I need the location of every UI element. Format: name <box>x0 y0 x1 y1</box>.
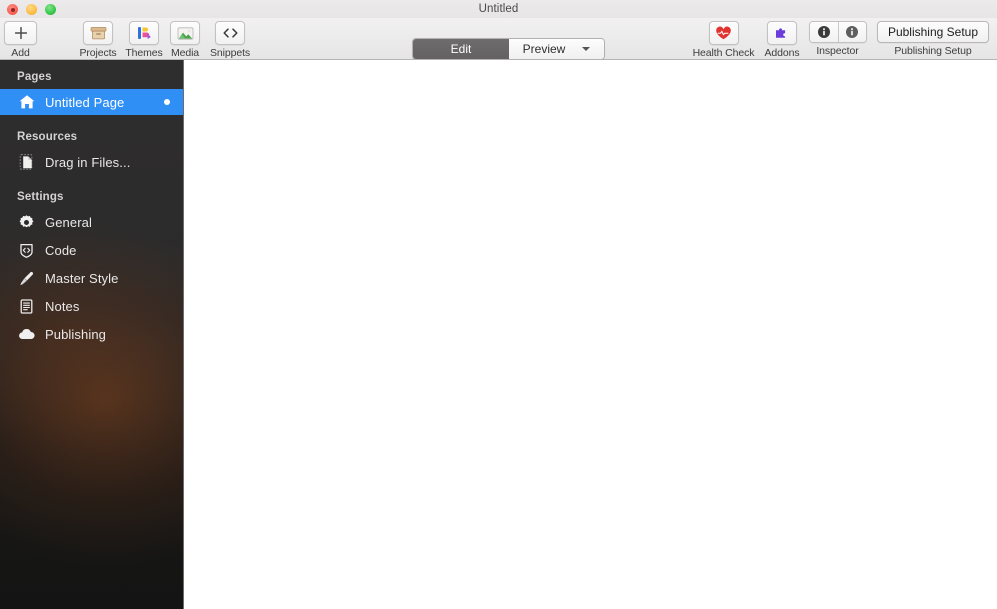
sidebar-item-label: Untitled Page <box>45 94 125 110</box>
puzzle-piece-icon <box>767 21 797 45</box>
page-canvas[interactable] <box>185 60 997 609</box>
publishing-setup-button[interactable]: Publishing Setup <box>876 21 990 43</box>
sidebar-item-label: General <box>45 214 92 230</box>
toolbar: Add Projects Themes Media Snippets Edit … <box>0 18 997 60</box>
toolbar-item-health-check[interactable]: Health Check <box>688 21 759 59</box>
photo-icon <box>170 21 200 45</box>
toolbar-item-snippets[interactable]: Snippets <box>209 21 251 59</box>
toolbar-label-health-check: Health Check <box>692 47 755 59</box>
sidebar-section-header-resources: Resources <box>17 131 78 143</box>
toolbar-label-add: Add <box>11 47 30 59</box>
toolbar-item-add[interactable]: Add <box>4 21 37 59</box>
toolbar-label-addons: Addons <box>764 47 800 59</box>
minimize-button[interactable] <box>26 4 37 15</box>
sidebar-section-header-pages: Pages <box>17 71 52 83</box>
document-drop-icon <box>17 153 36 172</box>
chevron-down-icon[interactable] <box>582 47 591 51</box>
sidebar-item-label: Code <box>45 242 77 258</box>
cloud-icon <box>17 325 36 344</box>
sidebar-item-label: Notes <box>45 298 80 314</box>
notes-lines-icon <box>17 297 36 316</box>
tab-edit[interactable]: Edit <box>413 39 509 59</box>
mode-segmented-control: Edit Preview <box>412 38 605 60</box>
info-circle-alt-icon[interactable] <box>837 22 866 42</box>
home-icon <box>17 93 36 112</box>
toolbar-item-projects[interactable]: Projects <box>79 21 117 59</box>
zoom-button[interactable] <box>45 4 56 15</box>
tab-edit-label: Edit <box>450 42 472 56</box>
traffic-light-group <box>7 4 56 15</box>
plus-icon <box>4 21 37 45</box>
themes-palette-icon <box>129 21 159 45</box>
toolbar-item-publishing-setup[interactable]: Publishing Setup Publishing Setup <box>874 21 992 57</box>
sidebar-item-drag-in-files[interactable]: Drag in Files... <box>0 149 183 175</box>
archive-box-icon <box>83 21 113 45</box>
sidebar: Pages Untitled Page Resources Drag in Fi… <box>0 60 184 609</box>
unsaved-dot-badge <box>164 99 170 105</box>
shield-code-icon <box>17 241 36 260</box>
sidebar-item-label: Drag in Files... <box>45 154 131 170</box>
toolbar-label-themes: Themes <box>125 47 163 59</box>
toolbar-item-themes[interactable]: Themes <box>125 21 163 59</box>
sidebar-section-header-settings: Settings <box>17 191 64 203</box>
sidebar-item-label: Publishing <box>45 326 106 342</box>
sidebar-item-general[interactable]: General <box>0 209 183 235</box>
toolbar-label-projects: Projects <box>79 47 117 59</box>
toolbar-item-addons[interactable]: Addons <box>762 21 802 59</box>
tab-preview-label: Preview <box>522 42 566 56</box>
inspector-segmented-control <box>808 21 867 43</box>
sidebar-item-publishing[interactable]: Publishing <box>0 321 183 347</box>
publishing-setup-button-label: Publishing Setup <box>887 25 979 39</box>
toolbar-label-snippets: Snippets <box>209 47 251 59</box>
code-brackets-icon <box>215 21 245 45</box>
toolbar-item-inspector[interactable]: Inspector <box>807 21 868 57</box>
sidebar-item-label: Master Style <box>45 270 119 286</box>
heart-pulse-icon <box>708 21 739 45</box>
app-window: Untitled Add Projects Themes Media Snipp… <box>0 0 997 609</box>
gear-icon <box>17 213 36 232</box>
info-circle-icon[interactable] <box>809 22 838 42</box>
sidebar-item-notes[interactable]: Notes <box>0 293 183 319</box>
window-title: Untitled <box>478 3 519 15</box>
titlebar: Untitled <box>0 0 997 18</box>
toolbar-item-media[interactable]: Media <box>170 21 200 59</box>
close-button[interactable] <box>7 4 18 15</box>
sidebar-item-code[interactable]: Code <box>0 237 183 263</box>
sidebar-item-master-style[interactable]: Master Style <box>0 265 183 291</box>
toolbar-label-publishing-setup: Publishing Setup <box>894 45 972 57</box>
toolbar-label-inspector: Inspector <box>816 45 859 57</box>
tab-preview[interactable]: Preview <box>509 39 604 59</box>
toolbar-label-media: Media <box>170 47 200 59</box>
sidebar-item-untitled-page[interactable]: Untitled Page <box>0 89 183 115</box>
paintbrush-icon <box>17 269 36 288</box>
